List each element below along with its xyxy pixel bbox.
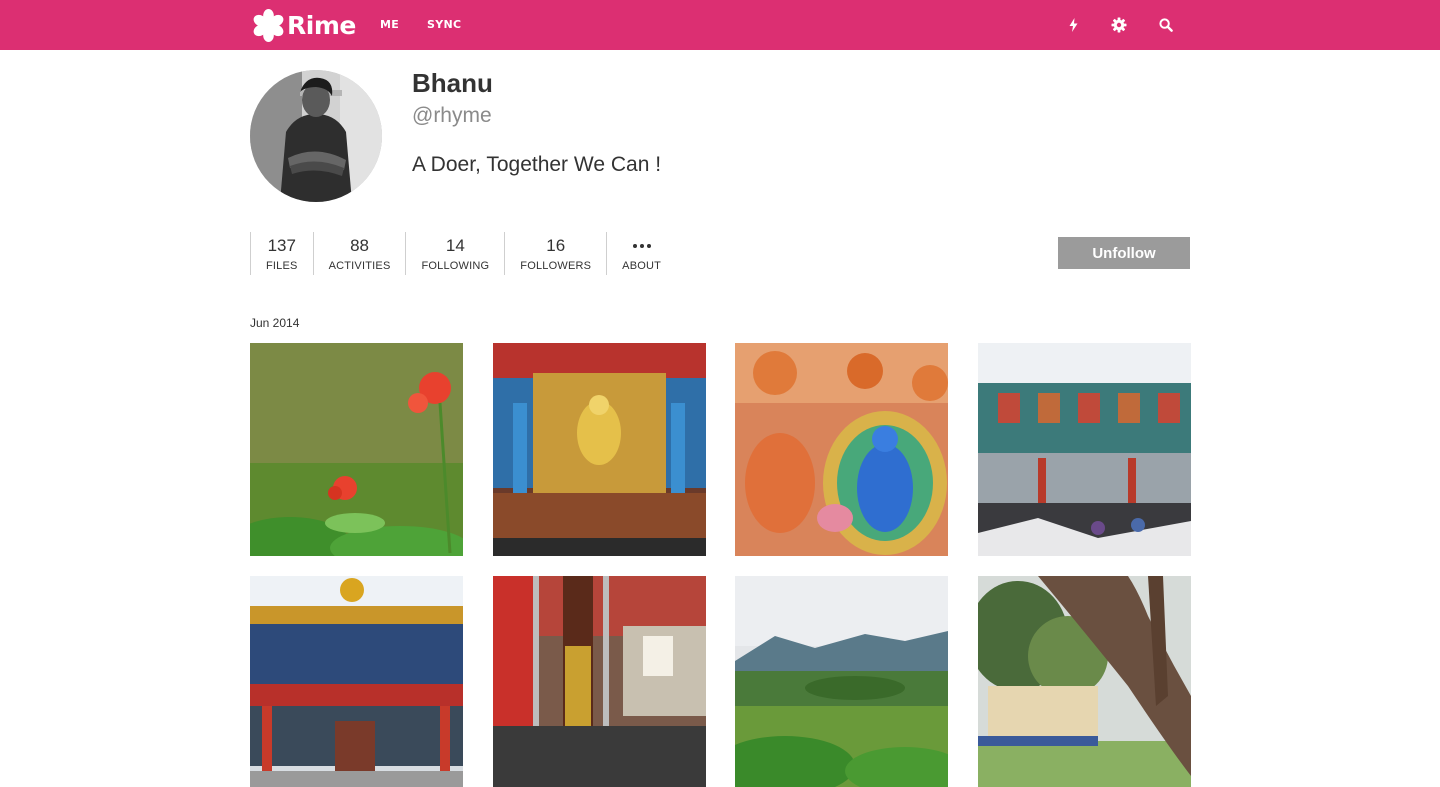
stat-activities[interactable]: 88 ACTIVITIES [312,232,406,275]
photo-monastery-facade[interactable] [250,576,463,787]
bolt-icon[interactable] [1063,15,1083,35]
stat-about-label: ABOUT [622,260,662,272]
profile-handle: @rhyme [412,104,492,127]
photo-monastery-altar[interactable] [493,343,706,556]
logo-text: Rime [287,10,356,40]
stat-activities-count: 88 [350,236,369,255]
photo-thangka-mural[interactable] [735,343,948,556]
photo-monastery-hall[interactable] [978,343,1191,556]
stat-files-label: FILES [266,260,298,272]
stat-following[interactable]: 14 FOLLOWING [405,232,504,275]
unfollow-button[interactable]: Unfollow [1058,237,1190,269]
search-icon[interactable] [1156,15,1176,35]
stat-about[interactable]: ABOUT [606,232,676,275]
profile-avatar[interactable] [250,70,382,202]
photo-green-hills[interactable] [735,576,948,787]
stat-following-count: 14 [445,236,465,255]
more-dots-icon [632,232,651,258]
logo-asterisk-icon [253,8,284,42]
stat-files-count: 137 [267,236,296,255]
profile-stats: 137 FILES 88 ACTIVITIES 14 FOLLOWING 16 … [250,232,676,275]
photo-glass-door-pillar[interactable] [493,576,706,787]
stat-followers-label: FOLLOWERS [520,260,592,272]
gear-icon[interactable] [1109,15,1129,35]
photo-tree-trunk[interactable] [978,576,1191,787]
stat-following-label: FOLLOWING [421,260,490,272]
stat-activities-label: ACTIVITIES [328,260,391,272]
profile-bio: A Doer, Together We Can ! [412,153,662,176]
nav-me[interactable]: ME [380,18,399,31]
gallery-date-heading: Jun 2014 [250,316,300,330]
stat-followers-count: 16 [546,236,566,255]
photo-red-flowers[interactable] [250,343,463,556]
top-navigation-bar: Rime ME SYNC [0,0,1440,50]
nav-sync[interactable]: SYNC [427,18,461,31]
stat-files[interactable]: 137 FILES [250,232,313,275]
profile-name: Bhanu [412,68,493,98]
stat-followers[interactable]: 16 FOLLOWERS [504,232,606,275]
rime-logo[interactable]: Rime [252,8,356,42]
